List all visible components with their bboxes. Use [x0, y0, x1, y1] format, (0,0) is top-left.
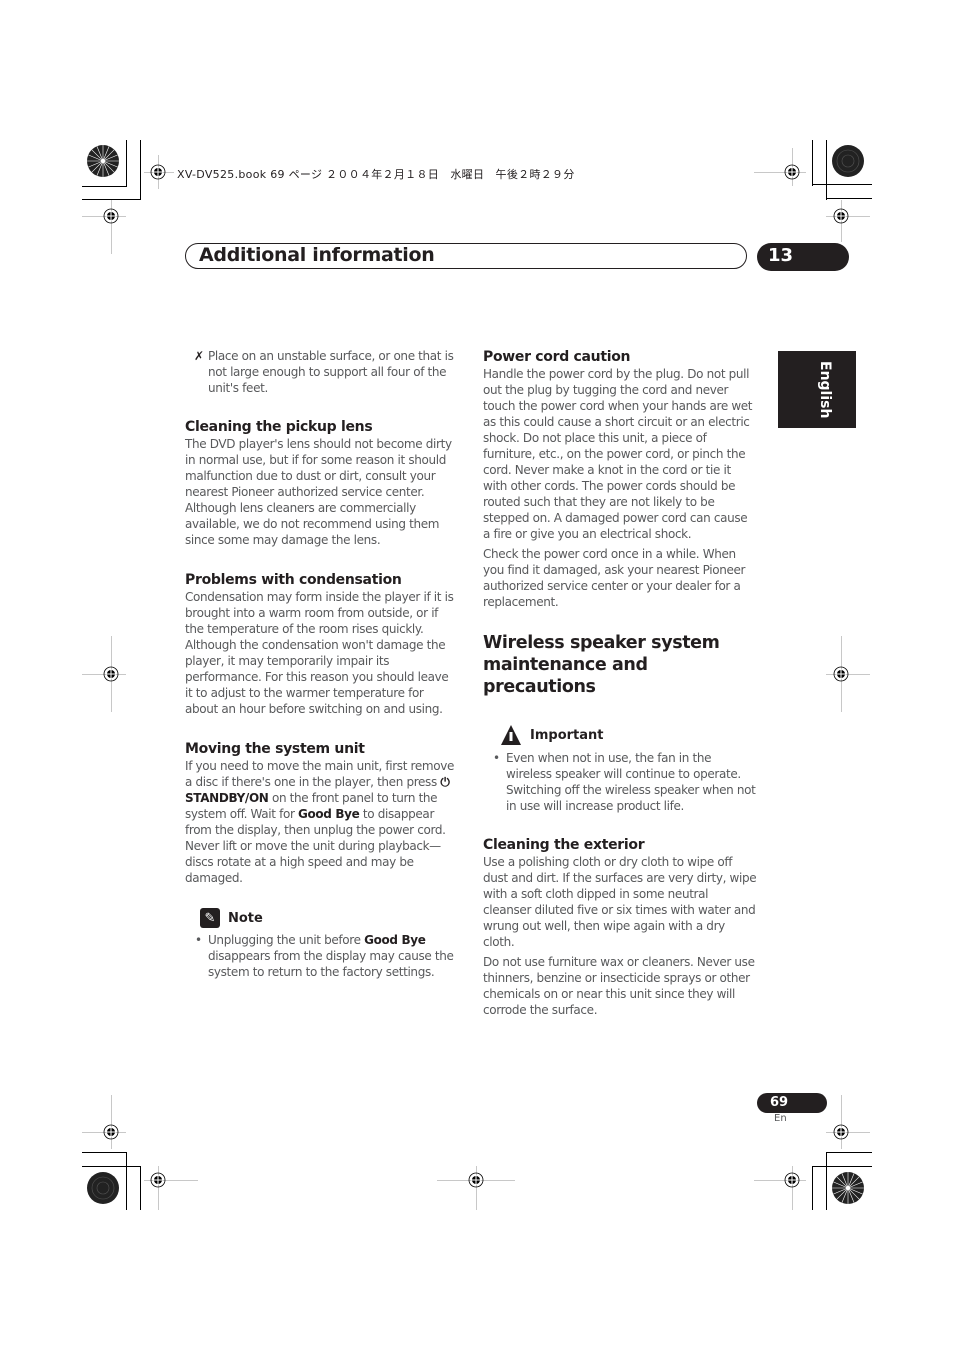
section-body: If you need to move the main unit, first… — [185, 758, 459, 886]
list-item: • Even when not in use, the fan in the w… — [483, 750, 757, 814]
section-body: Use a polishing cloth or dry cloth to wi… — [483, 855, 757, 949]
registration-mark-icon — [784, 1172, 800, 1188]
list-item: • Unplugging the unit before Good Bye di… — [185, 932, 459, 980]
registration-mark-icon — [150, 164, 166, 180]
section-heading: Power cord caution — [483, 349, 631, 365]
display-message: Good Bye — [364, 933, 426, 947]
page-language-code: En — [774, 1113, 787, 1124]
registration-mark-icon — [833, 1124, 849, 1140]
note-block: ✎ Note — [185, 908, 459, 928]
crop-mark — [126, 140, 127, 186]
section-cleaning-pickup-lens: Cleaning the pickup lens The DVD player'… — [185, 418, 459, 548]
section-wireless-speaker: Wireless speaker system maintenance and … — [483, 632, 757, 814]
guide-line — [111, 1095, 112, 1149]
section-heading: Moving the system unit — [185, 741, 365, 757]
book-file-meta: XV-DV525.book 69 ページ ２００４年２月１８日 水曜日 午後２時… — [177, 168, 575, 181]
major-heading: Wireless speaker system maintenance and … — [483, 633, 720, 697]
crop-mark — [82, 1166, 141, 1167]
color-target-disc-icon — [87, 1172, 119, 1204]
registration-mark-icon — [150, 1172, 166, 1188]
power-icon: ⏻ — [440, 775, 450, 789]
crop-mark — [812, 184, 872, 185]
crop-mark — [826, 1152, 827, 1210]
registration-mark-icon — [103, 666, 119, 682]
crop-mark — [826, 198, 872, 199]
crop-mark — [826, 140, 827, 200]
body-text-segment: Unplugging the unit before — [208, 933, 365, 947]
crop-mark — [812, 1166, 813, 1210]
section-cleaning-exterior: Cleaning the exterior Use a polishing cl… — [483, 836, 757, 1018]
important-heading: Important — [483, 724, 757, 746]
page-number: 69 — [770, 1095, 789, 1110]
registration-mark-icon — [103, 1124, 119, 1140]
registration-mark-icon — [468, 1172, 484, 1188]
crop-mark — [826, 1152, 872, 1153]
crop-mark — [812, 1166, 872, 1167]
page-number-badge — [757, 1093, 827, 1113]
section-title: Additional information — [199, 244, 435, 266]
color-target-disc-icon — [832, 1172, 864, 1204]
list-item: ✗ Place on an unstable surface, or one t… — [185, 348, 459, 396]
standby-key-label: STANDBY/ON — [185, 791, 269, 805]
warning-hand-icon — [501, 725, 521, 745]
language-tab: English — [778, 351, 856, 428]
cross-mark-icon: ✗ — [194, 349, 204, 363]
section-moving-unit: Moving the system unit If you need to mo… — [185, 740, 459, 886]
registration-mark-icon — [833, 666, 849, 682]
crop-mark — [812, 140, 813, 186]
note-heading: ✎ Note — [200, 908, 459, 928]
crop-mark — [82, 186, 127, 187]
color-target-disc-icon — [87, 145, 119, 177]
left-column: ✗ Place on an unstable surface, or one t… — [185, 348, 459, 980]
section-heading: Problems with condensation — [185, 572, 402, 588]
registration-mark-icon — [103, 208, 119, 224]
chapter-number: 13 — [768, 245, 794, 266]
section-condensation: Problems with condensation Condensation … — [185, 571, 459, 717]
registration-mark-icon — [784, 164, 800, 180]
section-heading: Cleaning the exterior — [483, 837, 645, 853]
important-label: Important — [530, 727, 604, 743]
color-target-disc-icon — [832, 145, 864, 177]
section-body: Handle the power cord by the plug. Do no… — [483, 367, 753, 541]
section-body: Do not use furniture wax or cleaners. Ne… — [483, 955, 755, 1017]
bullet-icon: • — [195, 933, 202, 947]
section-body: The DVD player's lens should not become … — [185, 437, 452, 547]
section-body: Check the power cord once in a while. Wh… — [483, 547, 746, 609]
display-message: Good Bye — [298, 807, 360, 821]
list-item-text: Place on an unstable surface, or one tha… — [208, 349, 454, 395]
crop-mark — [126, 1152, 127, 1210]
language-tab-label: English — [817, 361, 833, 419]
body-text-segment: disappears from the display may cause th… — [208, 949, 454, 979]
crop-mark — [82, 1152, 127, 1153]
crop-mark — [140, 140, 141, 200]
pencil-icon: ✎ — [200, 908, 220, 928]
list-item-text: Even when not in use, the fan in the wir… — [506, 751, 756, 813]
body-text-segment: If you need to move the main unit, first… — [185, 759, 455, 789]
guide-line — [841, 1095, 842, 1149]
section-power-cord-caution: Power cord caution Handle the power cord… — [483, 348, 757, 610]
crop-mark — [140, 1166, 141, 1210]
section-body: Condensation may form inside the player … — [185, 590, 454, 716]
note-label: Note — [228, 910, 263, 926]
bullet-icon: • — [493, 751, 500, 765]
registration-mark-icon — [833, 208, 849, 224]
section-heading: Cleaning the pickup lens — [185, 419, 373, 435]
right-column: Power cord caution Handle the power cord… — [483, 348, 757, 1018]
